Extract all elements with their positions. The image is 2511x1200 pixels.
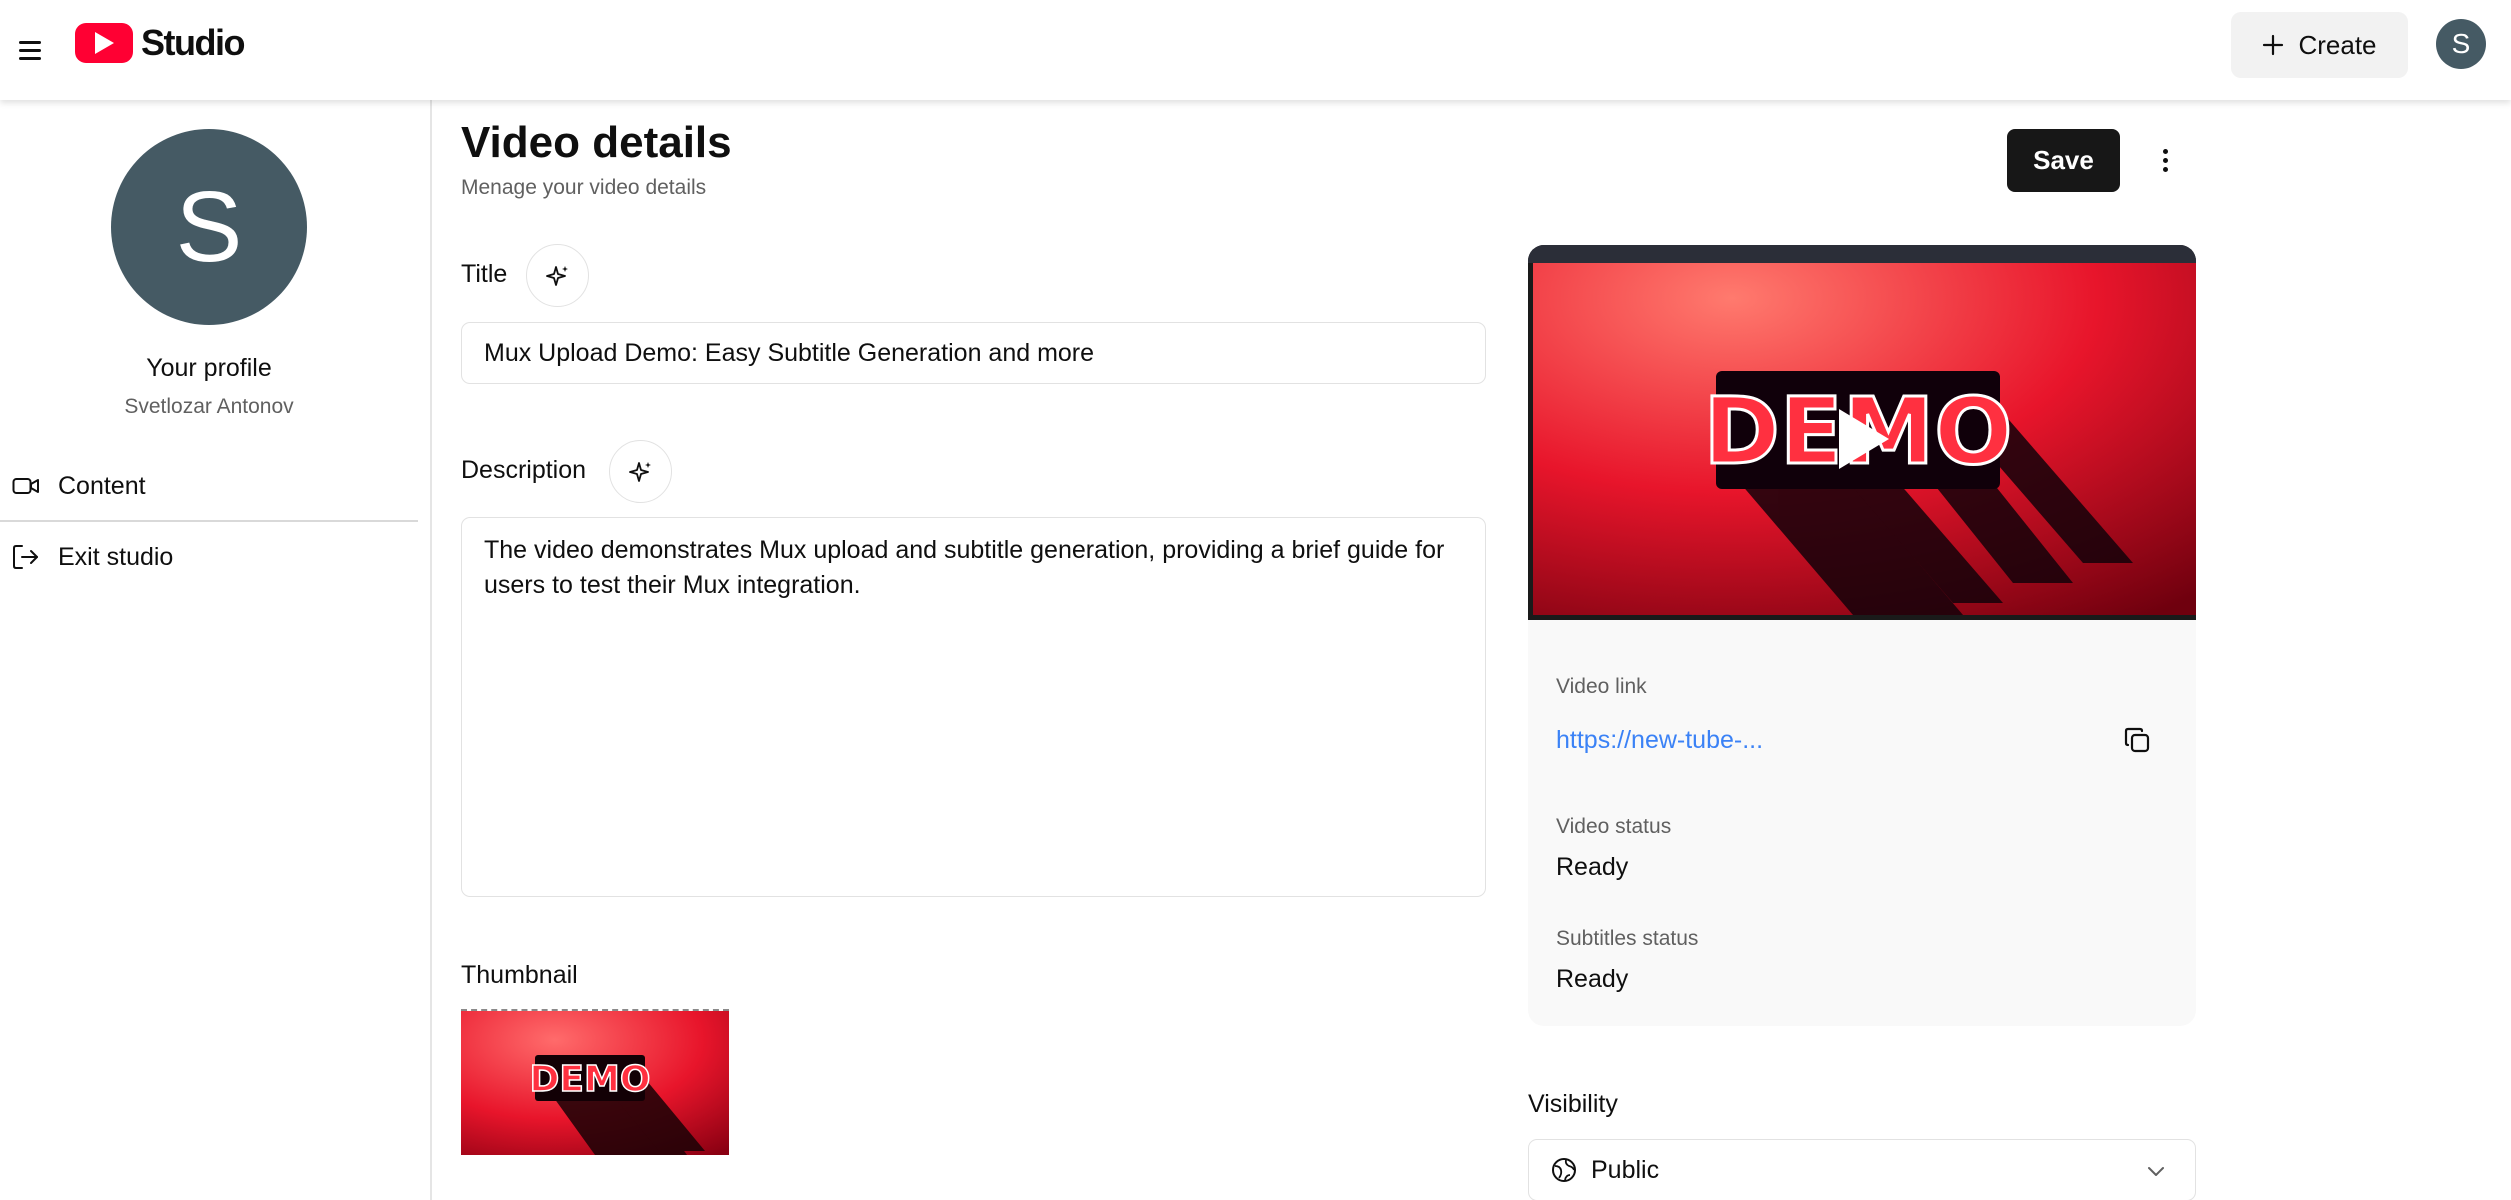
create-button-label: Create bbox=[2298, 29, 2377, 60]
description-textarea[interactable]: The video demonstrates Mux upload and su… bbox=[461, 517, 1486, 897]
studio-logo[interactable]: Studio bbox=[75, 22, 245, 64]
hamburger-menu-icon[interactable] bbox=[10, 30, 50, 70]
create-button[interactable]: Create bbox=[2231, 12, 2408, 78]
sidebar-item-label: Content bbox=[58, 471, 146, 500]
more-options-icon[interactable] bbox=[2145, 140, 2185, 180]
youtube-play-logo-icon bbox=[75, 23, 133, 63]
logo-text: Studio bbox=[141, 22, 245, 63]
sidebar: S Your profile Svetlozar Antonov Content… bbox=[0, 100, 432, 1200]
ai-generate-description-button[interactable] bbox=[609, 440, 672, 503]
video-preview-frame: DEMO bbox=[1533, 263, 2196, 615]
title-label: Title bbox=[461, 260, 508, 288]
profile-label: Your profile bbox=[146, 354, 272, 382]
video-player[interactable]: DEMO bbox=[1528, 245, 2196, 620]
copy-link-button[interactable] bbox=[2117, 720, 2157, 760]
save-button[interactable]: Save bbox=[2007, 129, 2120, 192]
video-link[interactable]: https://new-tube-... bbox=[1556, 726, 1763, 755]
page-title: Video details bbox=[461, 118, 732, 167]
top-bar: Studio Create S bbox=[0, 0, 2511, 100]
title-input[interactable] bbox=[461, 322, 1486, 384]
sidebar-item-label: Exit studio bbox=[58, 542, 174, 571]
page-subtitle: Menage your video details bbox=[461, 176, 707, 199]
log-out-icon bbox=[13, 545, 38, 569]
video-link-label: Video link bbox=[1556, 675, 1647, 698]
visibility-selected-value: Public bbox=[1591, 1155, 1660, 1184]
video-info-card: DEMO Video link https://new-tube-... Vid… bbox=[1528, 245, 2196, 1026]
sparkles-icon bbox=[545, 265, 568, 286]
sidebar-divider bbox=[0, 520, 418, 522]
sidebar-item-exit-studio[interactable]: Exit studio bbox=[12, 527, 418, 587]
visibility-select[interactable]: Public bbox=[1528, 1139, 2196, 1200]
visibility-label: Visibility bbox=[1528, 1090, 1618, 1118]
globe-icon bbox=[1552, 1158, 1576, 1182]
sidebar-item-content[interactable]: Content bbox=[12, 456, 418, 516]
subtitles-status-value: Ready bbox=[1556, 965, 1629, 993]
subtitles-status-label: Subtitles status bbox=[1556, 927, 1699, 950]
thumbnail-demo-text: DEMO bbox=[530, 1059, 651, 1100]
thumbnail-image[interactable]: DEMO bbox=[461, 1009, 729, 1155]
sparkles-icon bbox=[628, 461, 651, 482]
profile-avatar[interactable]: S bbox=[111, 129, 307, 325]
profile-name: Svetlozar Antonov bbox=[124, 395, 294, 418]
video-status-value: Ready bbox=[1556, 853, 1629, 881]
thumbnail-label: Thumbnail bbox=[461, 961, 578, 989]
chevron-down-icon bbox=[2148, 1167, 2164, 1176]
player-toolbar-strip bbox=[1528, 245, 2196, 263]
video-camera-icon bbox=[12, 478, 39, 494]
ai-generate-title-button[interactable] bbox=[526, 244, 589, 307]
video-status-label: Video status bbox=[1556, 815, 1672, 838]
copy-icon bbox=[2124, 727, 2150, 753]
plus-icon bbox=[2263, 34, 2284, 56]
description-label: Description bbox=[461, 456, 587, 484]
user-avatar[interactable]: S bbox=[2436, 19, 2486, 69]
